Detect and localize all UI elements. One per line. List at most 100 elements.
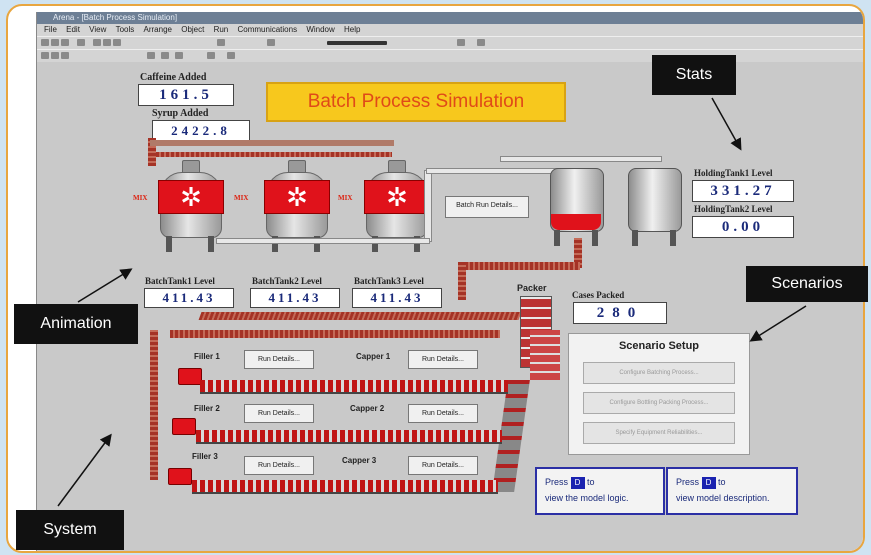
tank-fill <box>551 214 601 230</box>
batch-tank-1-value: 411.43 <box>144 288 234 308</box>
tank-level-band: ✲ <box>158 180 224 214</box>
tank-leg <box>670 230 676 246</box>
callout-system: System <box>16 510 124 550</box>
press-desc-desc: view model description. <box>676 493 770 503</box>
press-logic-desc: view the model logic. <box>545 493 629 503</box>
filler-3-machine[interactable] <box>168 468 192 485</box>
menu-bar: File Edit View Tools Arrange Object Run … <box>37 24 863 36</box>
batch-run-details-button[interactable]: Batch Run Details... <box>445 196 529 218</box>
simulation-title: Batch Process Simulation <box>266 82 566 122</box>
new-icon[interactable] <box>41 39 49 46</box>
fill-color-icon[interactable] <box>147 52 155 59</box>
tank-level-band: ✲ <box>264 180 330 214</box>
specify-reliabilities-button[interactable]: Specify Equipment Reliabilities... <box>583 422 735 444</box>
text-color-icon[interactable] <box>175 52 183 59</box>
line-style-icon[interactable] <box>207 52 215 59</box>
open-icon[interactable] <box>51 39 59 46</box>
animation-controls[interactable] <box>327 41 387 45</box>
polyline-icon[interactable] <box>51 52 59 59</box>
capper-3-run-details-button[interactable]: Run Details... <box>408 456 478 475</box>
cases-packed-value: 280 <box>573 302 667 324</box>
tank-body <box>628 168 682 232</box>
press-model-logic[interactable]: Press D to view the model logic. <box>535 467 665 515</box>
filler-1-machine[interactable] <box>178 368 202 385</box>
product-pipe-riser <box>150 330 158 480</box>
batch-tank-2-value: 411.43 <box>250 288 340 308</box>
cut-icon[interactable] <box>93 39 101 46</box>
press-logic-pre: Press <box>545 477 569 487</box>
window-title: Arena - [Batch Process Simulation] <box>37 12 863 24</box>
agitator-icon: ✲ <box>386 182 408 212</box>
outlet-pipe-vertical <box>424 170 432 242</box>
menu-object[interactable]: Object <box>181 25 204 34</box>
filler-2-label: Filler 2 <box>194 404 220 413</box>
menu-file[interactable]: File <box>44 25 57 34</box>
line-3-conveyor <box>192 480 498 494</box>
zoom-icon[interactable] <box>217 39 225 46</box>
holding-tank-2-value: 0.00 <box>692 216 794 238</box>
product-pipe-mid <box>458 262 466 300</box>
copy-icon[interactable] <box>103 39 111 46</box>
capper-3-label: Capper 3 <box>342 456 377 465</box>
filler-1-label: Filler 1 <box>194 352 220 361</box>
configure-batching-button[interactable]: Configure Batching Process... <box>583 362 735 384</box>
tank-leg <box>554 230 560 246</box>
holding-tank-1-label: HoldingTank1 Level <box>694 168 773 178</box>
menu-help[interactable]: Help <box>344 25 360 34</box>
line-color-icon[interactable] <box>161 52 169 59</box>
batch-tank-2-label: BatchTank2 Level <box>252 276 322 286</box>
filler-2-run-details-button[interactable]: Run Details... <box>244 404 314 423</box>
menu-arrange[interactable]: Arrange <box>144 25 172 34</box>
batch-tank-3-value: 411.43 <box>352 288 442 308</box>
run-icon[interactable] <box>267 39 275 46</box>
syrup-value: 2422.8 <box>152 120 250 142</box>
press-model-description[interactable]: Press D to view model description. <box>666 467 798 515</box>
filler-1-run-details-button[interactable]: Run Details... <box>244 350 314 369</box>
line-icon[interactable] <box>41 52 49 59</box>
configure-bottling-button[interactable]: Configure Bottling Packing Process... <box>583 392 735 414</box>
menu-window[interactable]: Window <box>306 25 334 34</box>
cases-packed-label: Cases Packed <box>572 290 625 300</box>
tank-leg <box>632 230 638 246</box>
agitator-icon: ✲ <box>180 182 202 212</box>
holding-tank-2-label: HoldingTank2 Level <box>694 204 773 214</box>
filler-2-machine[interactable] <box>172 418 196 435</box>
print-icon[interactable] <box>77 39 85 46</box>
paste-icon[interactable] <box>113 39 121 46</box>
capper-2-label: Capper 2 <box>350 404 385 413</box>
holding-tank-2[interactable] <box>628 168 682 248</box>
grid-icon[interactable] <box>477 39 485 46</box>
capper-1-run-details-button[interactable]: Run Details... <box>408 350 478 369</box>
arc-icon[interactable] <box>61 52 69 59</box>
mix-tag-2: MIX <box>234 194 249 202</box>
press-desc-post: to <box>718 477 726 487</box>
scenario-setup-panel: Scenario Setup Configure Batching Proces… <box>568 333 750 455</box>
press-logic-key: D <box>570 477 585 489</box>
press-logic-post: to <box>587 477 595 487</box>
batch-tank-1[interactable]: ✲ <box>158 160 224 252</box>
menu-tools[interactable]: Tools <box>116 25 135 34</box>
menu-view[interactable]: View <box>89 25 106 34</box>
capper-2-run-details-button[interactable]: Run Details... <box>408 404 478 423</box>
product-pipe-diagonal <box>198 312 522 320</box>
mix-tag-3: MIX <box>338 194 353 202</box>
line-1-conveyor <box>200 380 508 394</box>
press-desc-pre: Press <box>676 477 700 487</box>
menu-communications[interactable]: Communications <box>238 25 298 34</box>
filler-3-run-details-button[interactable]: Run Details... <box>244 456 314 475</box>
layer-icon[interactable] <box>457 39 465 46</box>
mix-tag-1: MIX <box>133 194 148 202</box>
menu-edit[interactable]: Edit <box>66 25 80 34</box>
save-icon[interactable] <box>61 39 69 46</box>
callout-animation: Animation <box>14 304 138 344</box>
callout-stats: Stats <box>652 55 736 95</box>
menu-run[interactable]: Run <box>214 25 229 34</box>
holding-tank-1[interactable] <box>550 168 604 248</box>
product-pipe-top <box>460 262 580 270</box>
callout-scenarios: Scenarios <box>746 266 868 302</box>
arrow-style-icon[interactable] <box>227 52 235 59</box>
press-logic-line1: Press D to <box>545 477 595 489</box>
caffeine-label: Caffeine Added <box>140 72 207 83</box>
filler-3-label: Filler 3 <box>192 452 218 461</box>
feed-pipe-syrup <box>150 140 394 146</box>
